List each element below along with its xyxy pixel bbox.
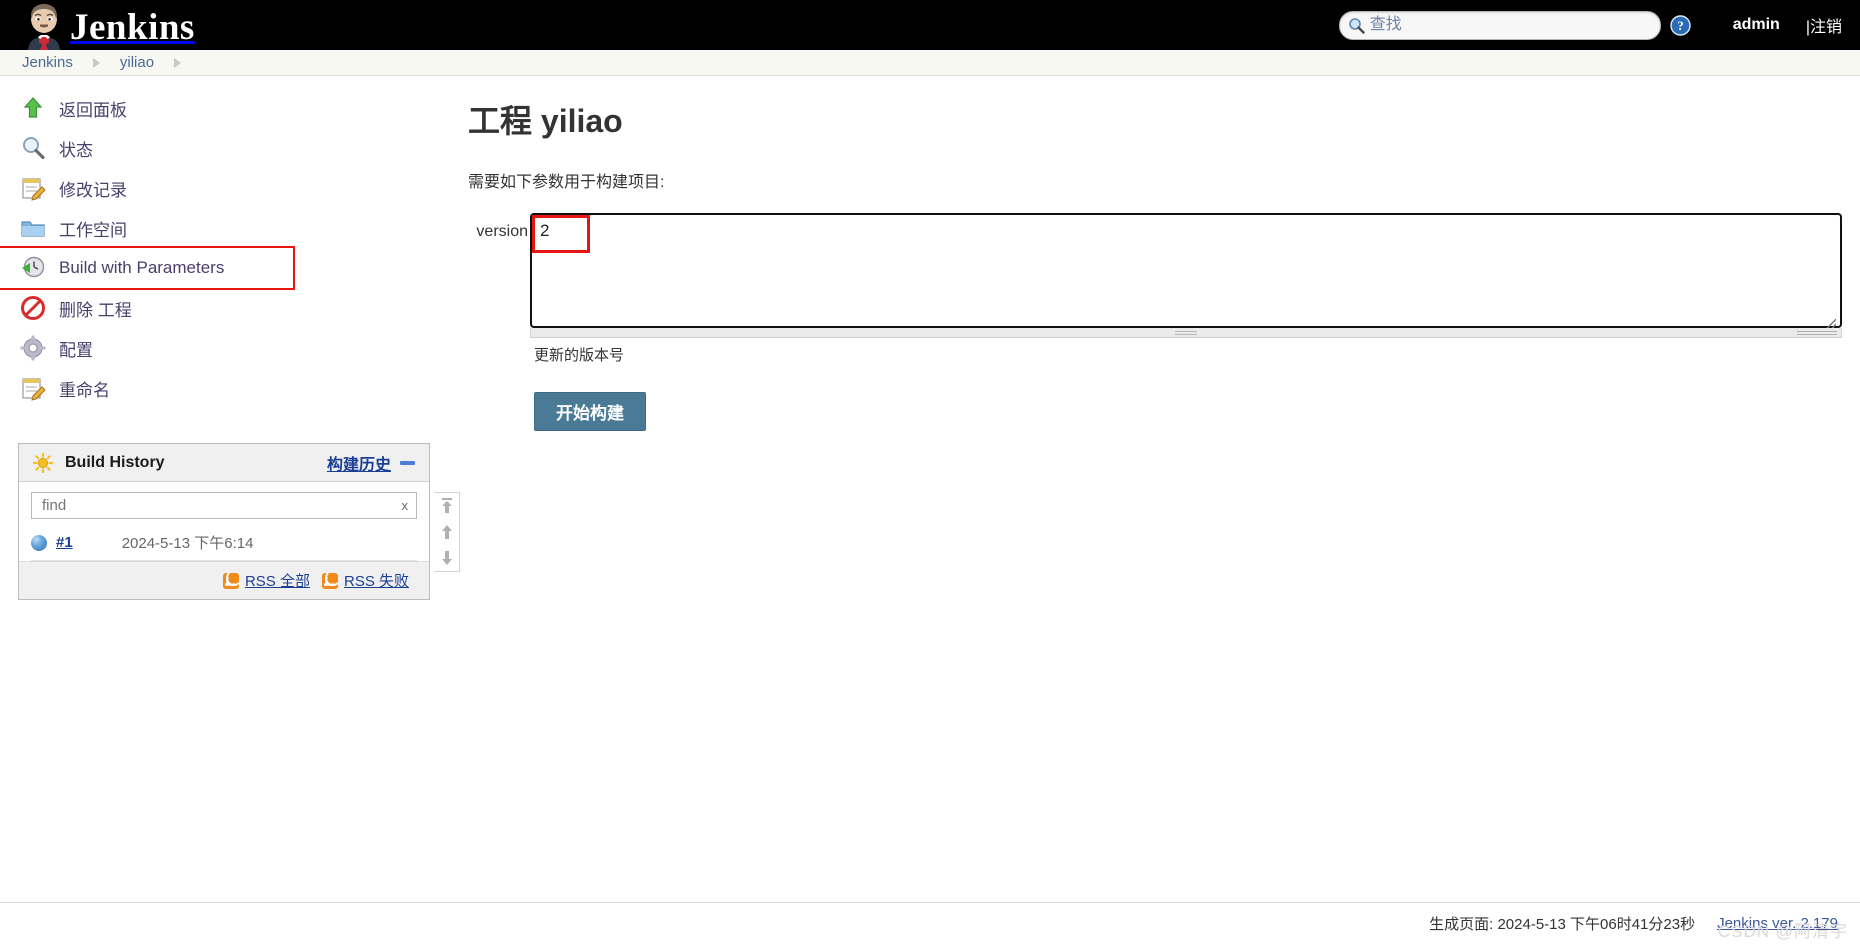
sidebar-item-back-to-dashboard[interactable]: 返回面板 [0,88,460,128]
no-entry-icon [20,295,46,321]
clear-find-icon[interactable]: x [402,498,409,513]
build-history-row[interactable]: #1 2024-5-13 下午6:14 [31,525,417,561]
scroll-up-icon[interactable] [439,523,455,541]
page-title: 工程 yiliao [468,103,623,139]
folder-icon [20,215,46,241]
sidebar-item-label: 修改记录 [59,180,127,200]
clock-play-icon [20,255,46,281]
breadcrumb: Jenkins yiliao [0,50,1860,76]
sidebar-item-build-with-parameters[interactable]: Build with Parameters [0,246,295,290]
sidebar-item-label: Build with Parameters [59,258,225,277]
build-history-footer: RSS 全部 RSS 失败 [19,561,429,599]
search-icon [1348,17,1365,34]
sidebar-item-delete-project[interactable]: 删除 工程 [0,288,460,328]
notepad-edit-icon [20,175,46,201]
start-build-button[interactable]: 开始构建 [534,392,646,431]
rss-icon [321,569,341,589]
up-arrow-icon [20,95,46,121]
sidebar-item-label: 配置 [59,340,93,360]
build-history-link[interactable]: 构建历史 [327,451,391,475]
logout-link[interactable]: |注销 [1806,13,1842,37]
sidebar: 返回面板 状态 修改记录 工作空间 Build with Parameters … [0,88,460,408]
top-header-bar: Jenkins ? admin |注销 [0,0,1860,50]
minimize-icon[interactable] [400,460,415,465]
sidebar-item-configure[interactable]: 配置 [0,328,460,368]
chevron-right-icon [92,57,100,68]
scroll-down-icon[interactable] [439,549,455,567]
chevron-right-icon [174,57,182,68]
parameter-input-wrapper: 2 [530,213,1842,338]
build-history-body: x #1 2024-5-13 下午6:14 [19,482,429,561]
breadcrumb-item-jenkins[interactable]: Jenkins [22,54,73,71]
parameter-row: version 2 [468,213,1842,338]
magnifier-icon [20,135,46,161]
rss-all-link[interactable]: RSS 全部 [245,570,310,591]
jenkins-butler-logo-icon [22,2,66,50]
build-number-link[interactable]: #1 [56,534,73,551]
header-right-controls: ? admin |注销 [1338,0,1860,50]
build-history-scroll-controls [434,492,460,572]
build-history-header: Build History 构建历史 [19,444,429,482]
notepad-edit-icon [20,375,46,401]
sidebar-item-label: 工作空间 [59,220,127,240]
parameters-hint: 需要如下参数用于构建项目: [468,174,665,191]
sidebar-item-status[interactable]: 状态 [0,128,460,168]
build-date: 2024-5-13 下午6:14 [121,535,254,552]
help-circle-icon[interactable]: ? [1670,14,1691,36]
blue-ball-status-icon [31,534,47,551]
page-generated-time: 生成页面: 2024-5-13 下午06时41分23秒 [1429,916,1696,933]
search-input[interactable] [1367,15,1648,35]
brand-title: Jenkins [70,7,195,48]
breadcrumb-item-yiliao[interactable]: yiliao [120,54,154,71]
search-box[interactable] [1338,10,1661,40]
version-parameter-textarea[interactable]: 2 [530,213,1842,328]
sun-icon [32,452,54,473]
svg-text:?: ? [1677,19,1683,33]
sidebar-item-changes[interactable]: 修改记录 [0,168,460,208]
user-account-link[interactable]: admin [1733,16,1780,34]
rss-icon [222,569,242,589]
main-content: 工程 yiliao 需要如下参数用于构建项目: version 2 更新的版本号… [468,96,1842,431]
scroll-to-top-icon[interactable] [439,497,455,515]
parameter-description: 更新的版本号 [534,347,625,364]
jenkins-home-link[interactable]: Jenkins [22,0,195,50]
sidebar-item-label: 删除 工程 [59,300,132,320]
rss-failed-link[interactable]: RSS 失败 [344,570,409,591]
textarea-drag-bar[interactable] [530,328,1842,338]
build-history-panel: Build History 构建历史 x #1 2024-5-13 下午6:14… [18,443,430,600]
build-history-find-box[interactable]: x [31,492,417,519]
sidebar-item-rename[interactable]: 重命名 [0,368,460,408]
sidebar-item-workspace[interactable]: 工作空间 [0,208,460,248]
parameter-label: version [476,223,528,240]
page-footer: 生成页面: 2024-5-13 下午06时41分23秒 Jenkins ver.… [0,902,1860,944]
gear-icon [20,335,46,361]
drag-grip-icon [1797,331,1837,335]
sidebar-item-label: 状态 [59,140,93,160]
build-history-find-input[interactable] [40,496,380,515]
jenkins-version-link[interactable]: Jenkins ver. 2.179 [1717,915,1838,932]
sidebar-item-label: 返回面板 [59,100,127,120]
build-history-title: Build History [65,453,165,471]
sidebar-item-label: 重命名 [59,380,110,400]
